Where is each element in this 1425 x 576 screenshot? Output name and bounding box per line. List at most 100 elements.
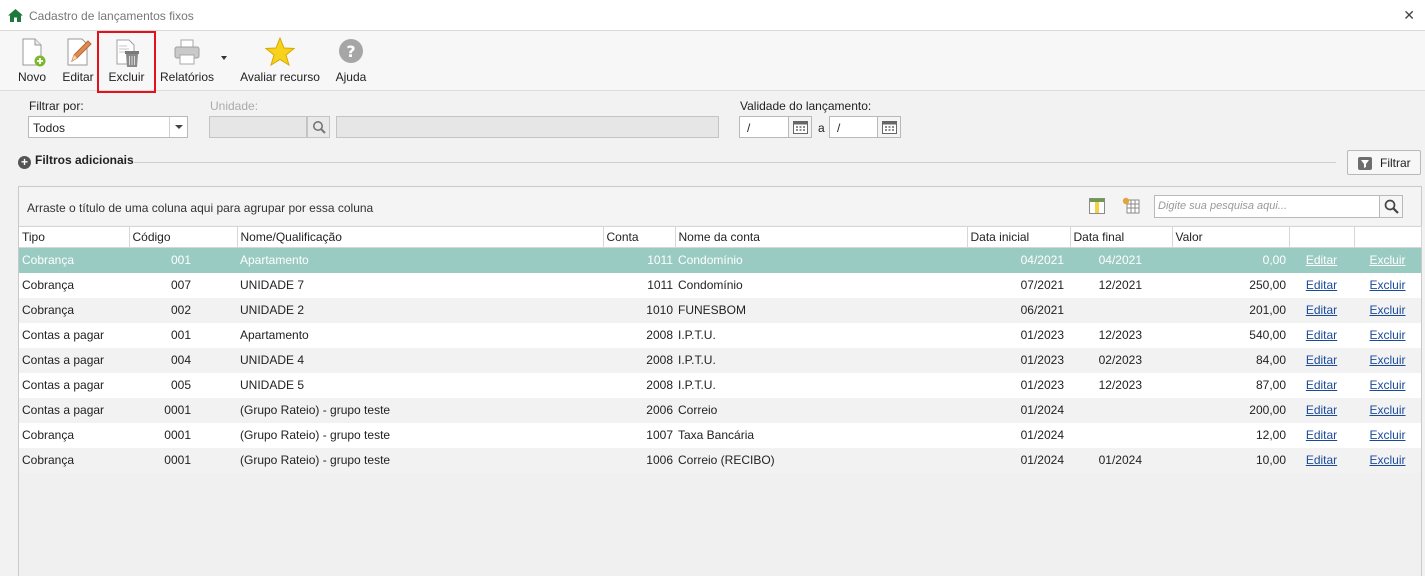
col-nome-conta[interactable]: Nome da conta [675, 226, 968, 248]
cell-tipo: Cobrança [22, 303, 75, 317]
cell-codigo: 007 [170, 278, 191, 292]
svg-text:?: ? [346, 42, 355, 61]
col-valor[interactable]: Valor [1172, 226, 1290, 248]
table-row[interactable]: Contas a pagar 001 Apartamento 2008 I.P.T.U.… [19, 322, 1421, 348]
search-placeholder: Digite sua pesquisa aqui... [1158, 200, 1288, 212]
search-button[interactable] [1379, 195, 1403, 218]
cell-tipo: Contas a pagar [22, 378, 105, 392]
col-codigo[interactable]: Código [129, 226, 238, 248]
cell-codigo: 001 [170, 253, 191, 268]
excluir-link[interactable]: Excluir [1354, 298, 1421, 323]
date-to-calendar-button[interactable] [877, 116, 901, 138]
cell-data-inicial: 01/2023 [1020, 378, 1064, 392]
col-data-inicial[interactable]: Data inicial [967, 226, 1071, 248]
relatorios-label: Relatórios [159, 70, 215, 84]
group-panel[interactable]: Arraste o título de uma coluna aqui para… [19, 187, 1421, 225]
editar-link[interactable]: Editar [1289, 448, 1354, 473]
table-row[interactable]: Cobrança 002 UNIDADE 2 1010 FUNESBOM 06/2021 2… [19, 297, 1421, 323]
ajuda-label: Ajuda [335, 70, 367, 84]
excluir-link[interactable]: Excluir [1354, 373, 1421, 398]
cell-data-final [1070, 423, 1172, 448]
cell-nome: UNIDADE 7 [240, 278, 305, 292]
cell-nome-conta: Taxa Bancária [678, 428, 755, 442]
editar-link[interactable]: Editar [1289, 248, 1354, 273]
unidade-label: Unidade: [210, 99, 259, 113]
cell-codigo: 005 [170, 378, 191, 392]
col-nome-qualificacao[interactable]: Nome/Qualificação [237, 226, 604, 248]
editar-link[interactable]: Editar [1289, 273, 1354, 298]
excluir-link[interactable]: Excluir [1354, 348, 1421, 373]
excluir-link[interactable]: Excluir [1354, 448, 1421, 473]
plus-icon: + [18, 156, 31, 169]
cell-conta: 1011 [647, 253, 673, 268]
table-row[interactable]: Cobrança 0001 (Grupo Rateio) - grupo teste… [19, 447, 1421, 473]
cell-nome-conta: I.P.T.U. [678, 378, 716, 392]
filtrar-button[interactable]: Filtrar [1347, 150, 1421, 175]
table-row[interactable]: Contas a pagar 005 UNIDADE 5 2008 I.P.T.U. 01… [19, 372, 1421, 398]
editar-button[interactable]: Editar [58, 31, 98, 89]
date-separator: a [818, 121, 825, 135]
editar-link[interactable]: Editar [1289, 398, 1354, 423]
ajuda-button[interactable]: ? Ajuda [332, 31, 370, 89]
filter-icon [1358, 157, 1372, 170]
column-chooser-icon[interactable] [1089, 198, 1105, 214]
date-from-input[interactable]: / [739, 116, 789, 138]
date-to-input[interactable]: / [829, 116, 879, 138]
cell-tipo: Cobrança [22, 253, 75, 268]
unidade-search-button [307, 116, 330, 138]
cell-valor: 87,00 [1255, 378, 1286, 392]
home-icon[interactable] [8, 9, 23, 25]
grid-settings-icon[interactable] [1122, 197, 1140, 215]
excluir-link[interactable]: Excluir [1354, 273, 1421, 298]
editar-link[interactable]: Editar [1289, 373, 1354, 398]
cell-data-inicial: 07/2021 [1020, 278, 1064, 292]
editar-link[interactable]: Editar [1289, 423, 1354, 448]
excluir-button[interactable]: Excluir [97, 31, 156, 93]
cell-valor: 250,00 [1249, 278, 1286, 292]
editar-link[interactable]: Editar [1289, 323, 1354, 348]
col-data-final[interactable]: Data final [1070, 226, 1173, 248]
cell-data-inicial: 04/2021 [1020, 253, 1064, 268]
cell-nome: Apartamento [240, 328, 309, 342]
cell-tipo: Contas a pagar [22, 353, 105, 367]
cell-nome-conta: Condomínio [678, 278, 743, 292]
calendar-icon [793, 121, 808, 134]
date-to-value: / [837, 121, 841, 135]
cell-nome-conta: I.P.T.U. [678, 328, 716, 342]
cell-nome-conta: Correio (RECIBO) [678, 453, 775, 467]
cell-nome-conta: I.P.T.U. [678, 353, 716, 367]
edit-icon [63, 37, 93, 67]
excluir-link[interactable]: Excluir [1354, 323, 1421, 348]
relatorios-dropdown-icon[interactable] [221, 56, 227, 60]
editar-link[interactable]: Editar [1289, 348, 1354, 373]
chevron-down-icon[interactable] [169, 117, 187, 137]
table-row[interactable]: Contas a pagar 0001 (Grupo Rateio) - grupo… [19, 397, 1421, 423]
excluir-link[interactable]: Excluir [1354, 248, 1421, 273]
table-row[interactable]: Cobrança 0001 (Grupo Rateio) - grupo teste… [19, 422, 1421, 448]
excluir-link[interactable]: Excluir [1354, 398, 1421, 423]
col-tipo[interactable]: Tipo [19, 226, 130, 248]
filtros-adicionais-toggle[interactable]: + Filtros adicionais [18, 153, 134, 169]
filtrar-por-select[interactable]: Todos [28, 116, 188, 138]
new-document-icon [17, 37, 47, 67]
cell-valor: 0,00 [1262, 253, 1286, 268]
cell-data-inicial: 01/2024 [1020, 403, 1064, 417]
close-icon[interactable]: ✕ [1403, 7, 1415, 24]
star-icon [264, 36, 296, 67]
cell-data-final: 12/2021 [1098, 278, 1142, 292]
cell-nome: UNIDADE 5 [240, 378, 305, 392]
date-from-calendar-button[interactable] [788, 116, 812, 138]
col-conta[interactable]: Conta [603, 226, 676, 248]
cell-codigo: 0001 [164, 428, 191, 442]
editar-link[interactable]: Editar [1289, 298, 1354, 323]
relatorios-button[interactable]: Relatórios [158, 31, 216, 89]
table-row[interactable]: Cobrança 001 Apartamento 1011 Condomínio 04/2… [19, 247, 1421, 273]
novo-button[interactable]: Novo [13, 31, 51, 89]
unidade-name-field [336, 116, 719, 138]
table-row[interactable]: Contas a pagar 004 UNIDADE 4 2008 I.P.T.U. 01… [19, 347, 1421, 373]
avaliar-recurso-button[interactable]: Avaliar recurso [239, 31, 321, 89]
table-row[interactable]: Cobrança 007 UNIDADE 7 1011 Condomínio 07/202… [19, 272, 1421, 298]
excluir-link[interactable]: Excluir [1354, 423, 1421, 448]
grid-search-input[interactable]: Digite sua pesquisa aqui... [1154, 195, 1403, 218]
cell-data-final: 04/2021 [1098, 253, 1142, 268]
